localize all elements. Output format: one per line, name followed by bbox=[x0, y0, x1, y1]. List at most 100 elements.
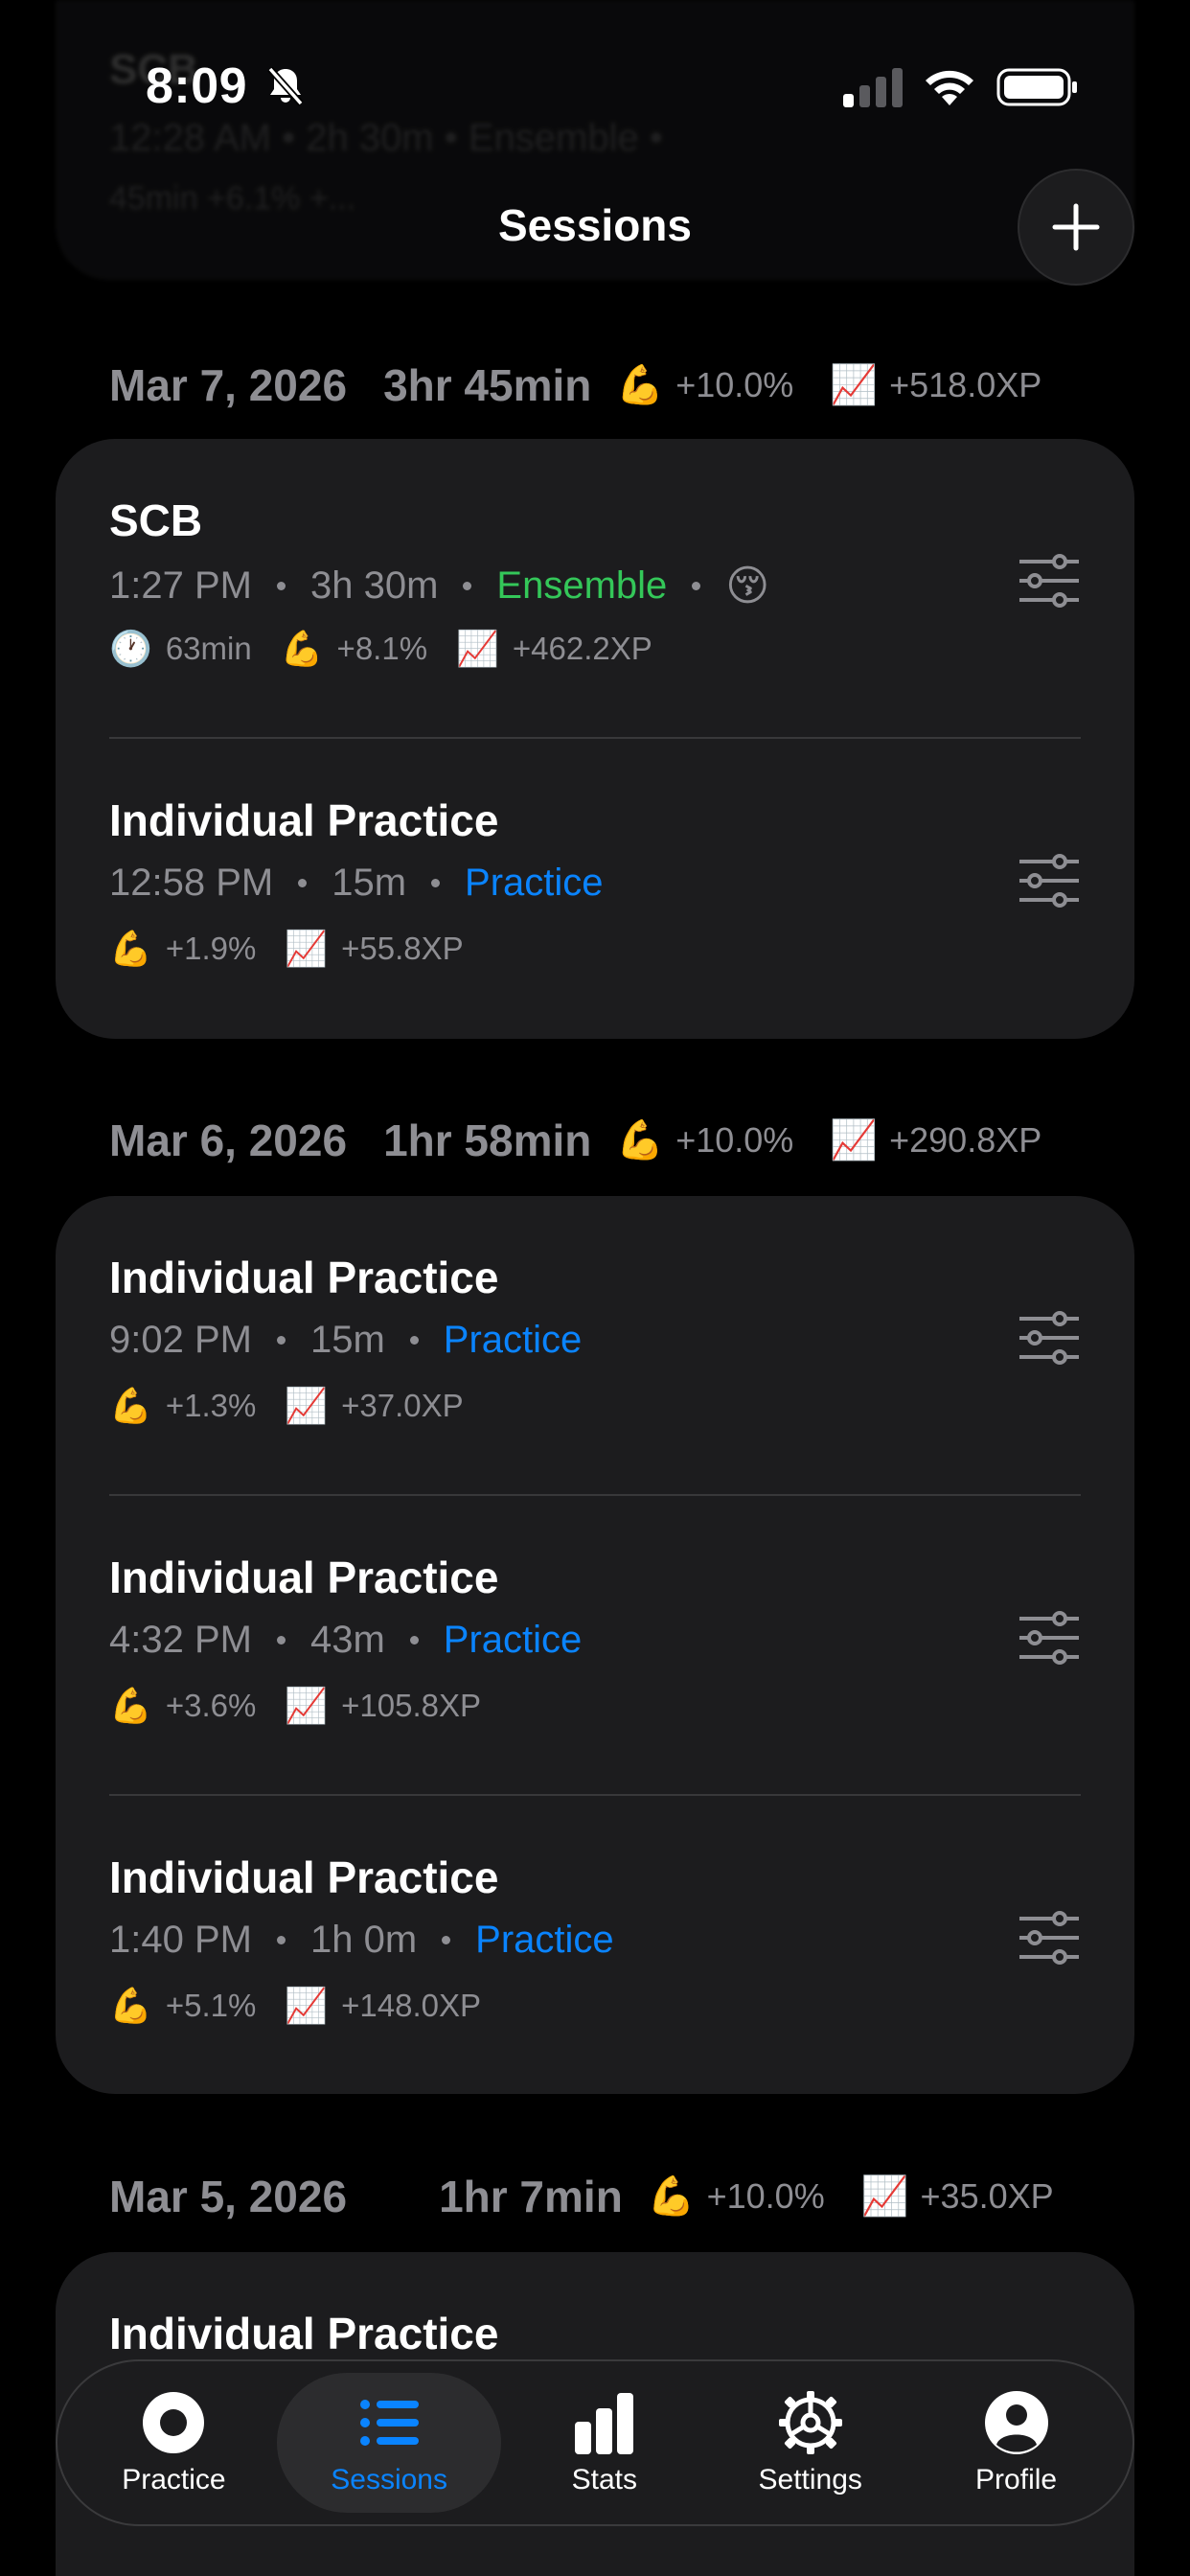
chart-increasing-icon: 📈 bbox=[285, 1986, 329, 2025]
flexed-biceps-icon: 💪 bbox=[616, 1119, 665, 1162]
tab-practice[interactable]: Practice bbox=[71, 2373, 277, 2513]
day-session-card: Individual Practice 9:02 PM 15m Practice… bbox=[56, 1196, 1134, 2094]
session-time: 4:32 PM bbox=[109, 1619, 252, 1661]
session-xp: +148.0XP bbox=[341, 1988, 482, 2023]
battery-icon bbox=[996, 68, 1077, 106]
plus-icon bbox=[1052, 203, 1100, 251]
session-title: Individual Practice bbox=[109, 2309, 499, 2358]
tab-label: Sessions bbox=[331, 2464, 447, 2496]
tab-bar: Practice Sessions Stats Settings Profile bbox=[56, 2359, 1134, 2526]
session-meta: 9:02 PM 15m Practice bbox=[109, 1319, 582, 1362]
day-date: Mar 5, 2026 bbox=[109, 2172, 348, 2221]
flexed-biceps-icon: 💪 bbox=[647, 2175, 696, 2218]
flexed-biceps-icon: 💪 bbox=[109, 1686, 152, 1725]
session-title: Individual Practice bbox=[109, 1552, 499, 1602]
session-meta: 4:32 PM 43m Practice bbox=[109, 1619, 582, 1662]
tab-label: Profile bbox=[975, 2464, 1058, 2496]
session-strength: +3.6% bbox=[165, 1688, 257, 1723]
session-title: Individual Practice bbox=[109, 1852, 499, 1902]
session-title: SCB bbox=[109, 495, 203, 545]
session-xp: +462.2XP bbox=[512, 631, 652, 666]
session-strength: +1.9% bbox=[165, 931, 257, 966]
session-category: Ensemble bbox=[496, 564, 668, 607]
add-session-button[interactable] bbox=[1018, 169, 1134, 286]
session-row[interactable]: Individual Practice 12:58 PM 15m Practic… bbox=[56, 739, 1134, 1039]
flexed-biceps-icon: 💪 bbox=[280, 629, 324, 668]
chart-increasing-icon: 📈 bbox=[285, 929, 329, 968]
session-xp: +55.8XP bbox=[341, 931, 464, 966]
sliders-icon[interactable] bbox=[1018, 854, 1081, 908]
session-strength: +8.1% bbox=[336, 631, 428, 666]
session-duration: 3h 30m bbox=[309, 564, 439, 607]
session-meta: 12:58 PM 15m Practice bbox=[109, 862, 604, 905]
day-header: Mar 5, 2026 1hr 7min 💪 +10.0% 📈 +35.0XP bbox=[109, 2168, 1081, 2225]
day-header: Mar 7, 2026 3hr 45min 💪 +10.0% 📈 +518.0XP bbox=[109, 356, 1081, 414]
chart-increasing-icon: 📈 bbox=[830, 1119, 879, 1162]
session-time: 1:40 PM bbox=[109, 1919, 252, 1961]
session-xp: +37.0XP bbox=[341, 1388, 464, 1423]
session-stats: 💪 +1.9% 📈 +55.8XP bbox=[109, 931, 492, 967]
session-row[interactable]: Individual Practice 1:40 PM 1h 0m Practi… bbox=[56, 1796, 1134, 2094]
session-stats: 🕐 63min 💪 +8.1% 📈 +462.2XP bbox=[109, 631, 681, 667]
session-strength: +1.3% bbox=[165, 1388, 257, 1423]
session-category: Practice bbox=[465, 862, 604, 904]
tab-profile[interactable]: Profile bbox=[913, 2373, 1119, 2513]
wifi-icon bbox=[926, 70, 973, 105]
chart-increasing-icon: 📈 bbox=[830, 364, 879, 406]
session-category: Practice bbox=[443, 1319, 583, 1361]
person-icon bbox=[984, 2391, 1048, 2454]
sliders-icon[interactable] bbox=[1018, 1911, 1081, 1965]
bar-chart-icon bbox=[574, 2393, 633, 2454]
flexed-biceps-icon: 💪 bbox=[109, 929, 152, 968]
sliders-icon[interactable] bbox=[1018, 1611, 1081, 1665]
flexed-biceps-icon: 💪 bbox=[109, 1986, 152, 2025]
session-xp: +105.8XP bbox=[341, 1688, 482, 1723]
day-duration: 1hr 7min bbox=[439, 2172, 623, 2221]
tab-label: Stats bbox=[571, 2464, 638, 2496]
day-header: Mar 6, 2026 1hr 58min 💪 +10.0% 📈 +290.8XP bbox=[109, 1112, 1081, 1169]
session-duration: 15m bbox=[309, 1319, 385, 1361]
tab-settings[interactable]: Settings bbox=[707, 2373, 913, 2513]
session-duration: 43m bbox=[309, 1619, 385, 1661]
tab-stats[interactable]: Stats bbox=[501, 2373, 707, 2513]
session-strength: +5.1% bbox=[165, 1988, 257, 2023]
mood-kissing-face-icon: 😚 bbox=[725, 563, 770, 610]
session-meta: 1:27 PM 3h 30m Ensemble 😚 bbox=[109, 562, 769, 610]
day-strength: 💪 +10.0% bbox=[616, 364, 794, 406]
session-row[interactable]: SCB 1:27 PM 3h 30m Ensemble 😚 🕐 63min 💪 +8… bbox=[56, 439, 1134, 739]
clock-icon: 🕐 bbox=[109, 629, 152, 668]
day-strength: 💪 +10.0% bbox=[647, 2175, 825, 2218]
session-category: Practice bbox=[475, 1919, 614, 1961]
status-time: 8:09 bbox=[146, 58, 248, 114]
session-stats: 💪 +3.6% 📈 +105.8XP bbox=[109, 1688, 510, 1724]
bell-off-icon bbox=[267, 66, 304, 106]
flexed-biceps-icon: 💪 bbox=[109, 1386, 152, 1425]
sliders-icon[interactable] bbox=[1018, 554, 1081, 608]
day-xp: 📈 +290.8XP bbox=[830, 1119, 1042, 1162]
chart-increasing-icon: 📈 bbox=[860, 2175, 909, 2218]
gear-icon bbox=[778, 2391, 842, 2454]
tab-label: Settings bbox=[758, 2464, 862, 2496]
practice-record-icon bbox=[143, 2392, 205, 2453]
flexed-biceps-icon: 💪 bbox=[616, 364, 665, 406]
session-row[interactable]: Individual Practice 9:02 PM 15m Practice… bbox=[56, 1196, 1134, 1496]
status-bar: 8:09 bbox=[0, 0, 1190, 172]
session-duration: 1h 0m bbox=[309, 1919, 418, 1961]
session-meta: 1:40 PM 1h 0m Practice bbox=[109, 1919, 614, 1962]
chart-increasing-icon: 📈 bbox=[285, 1386, 329, 1425]
day-strength: 💪 +10.0% bbox=[616, 1119, 794, 1162]
chart-increasing-icon: 📈 bbox=[285, 1686, 329, 1725]
day-duration: 3hr 45min bbox=[383, 360, 592, 410]
day-date: Mar 6, 2026 bbox=[109, 1116, 348, 1165]
list-icon bbox=[360, 2400, 420, 2446]
tab-sessions[interactable]: Sessions bbox=[276, 2373, 502, 2513]
tab-label: Practice bbox=[122, 2464, 226, 2496]
session-stats: 💪 +5.1% 📈 +148.0XP bbox=[109, 1988, 510, 2024]
session-title: Individual Practice bbox=[109, 1253, 499, 1302]
session-row[interactable]: Individual Practice 4:32 PM 43m Practice… bbox=[56, 1496, 1134, 1796]
day-xp: 📈 +518.0XP bbox=[830, 364, 1042, 406]
session-time: 1:27 PM bbox=[109, 564, 252, 607]
session-duration: 15m bbox=[332, 862, 407, 904]
sliders-icon[interactable] bbox=[1018, 1311, 1081, 1365]
day-duration: 1hr 58min bbox=[383, 1116, 592, 1165]
